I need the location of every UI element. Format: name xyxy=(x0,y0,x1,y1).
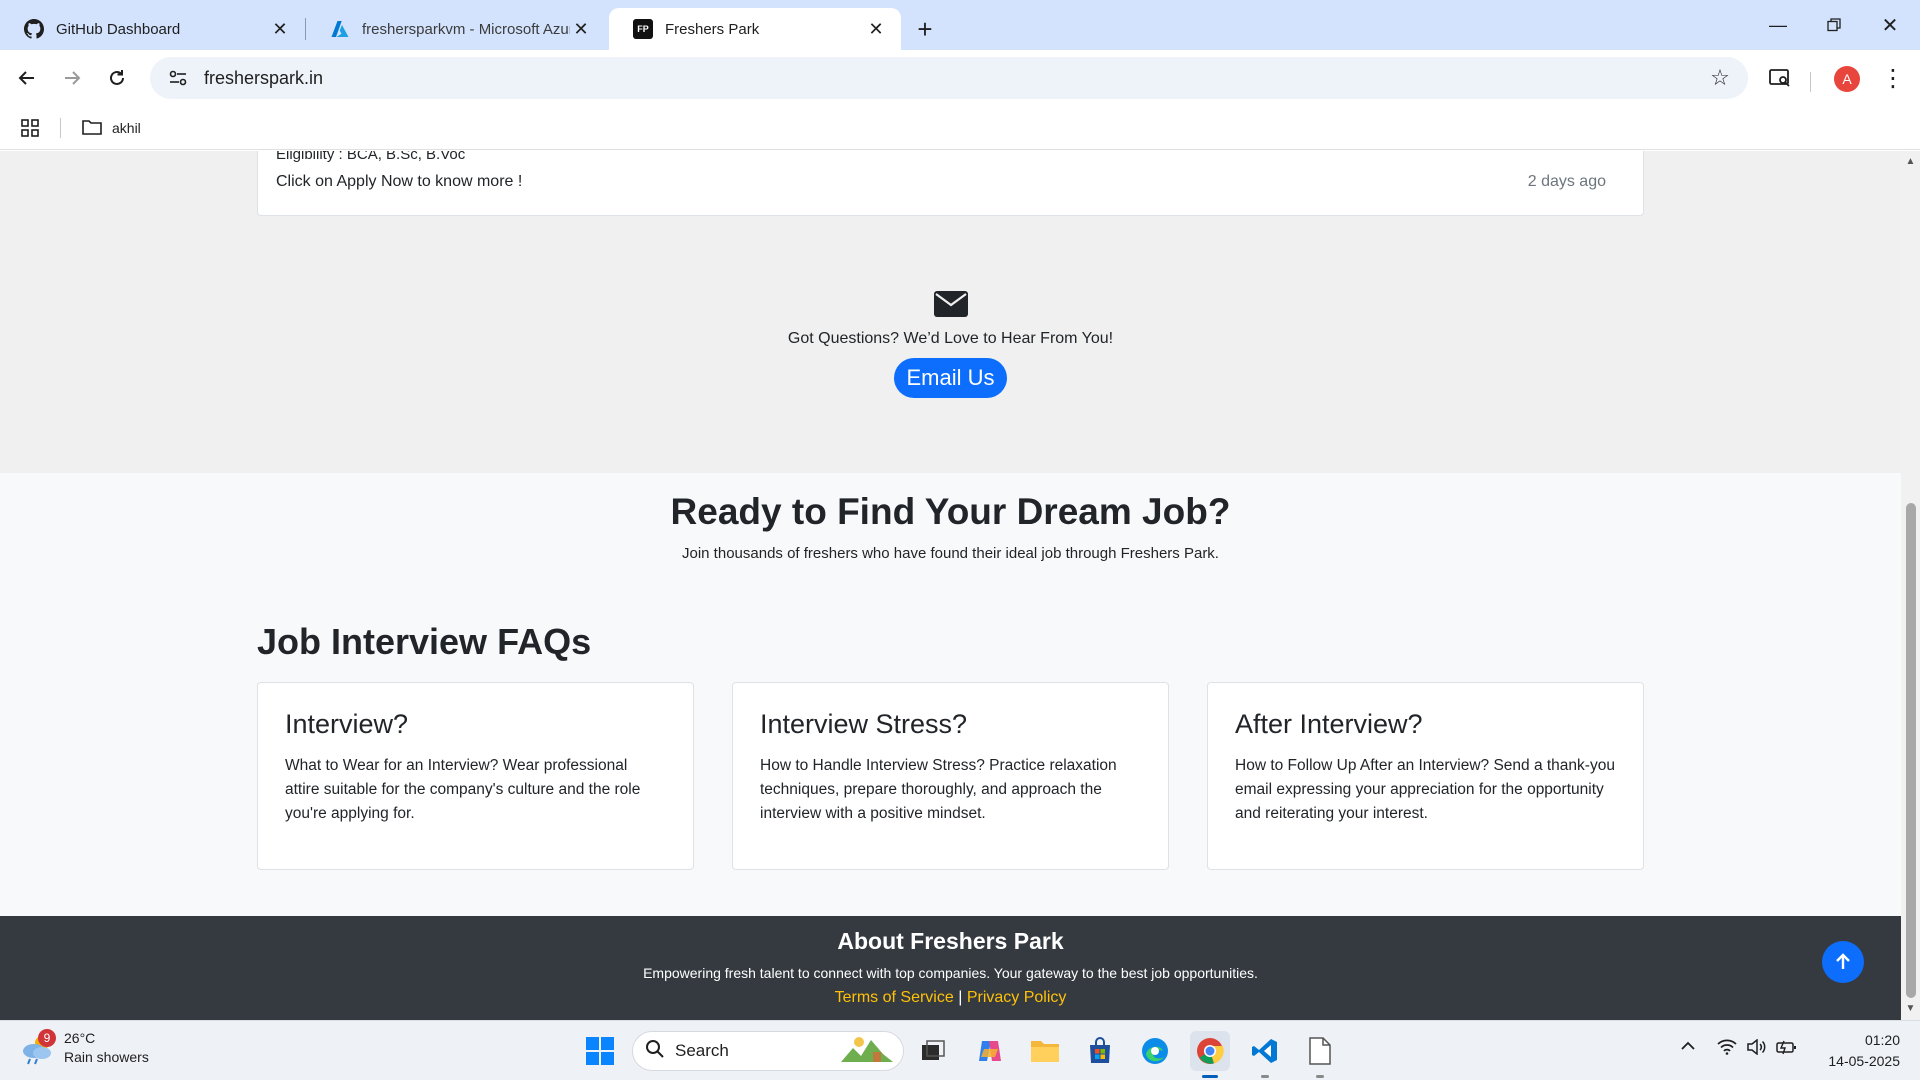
new-tab-button[interactable]: + xyxy=(908,12,942,46)
footer-links: Terms of Service | Privacy Policy xyxy=(0,989,1901,1007)
faq-title: Job Interview FAQs xyxy=(257,621,592,662)
edge-browser-icon[interactable] xyxy=(1135,1031,1175,1071)
page-viewport: Eligibility : BCA, B.Sc, B.Voc Click on … xyxy=(0,151,1901,1020)
search-highlight-illustration-icon xyxy=(839,1034,895,1069)
clock-time: 01:20 xyxy=(1864,1032,1900,1048)
battery-icon[interactable] xyxy=(1776,1039,1798,1060)
lens-search-icon[interactable] xyxy=(1763,61,1797,95)
faq-card-title: Interview? xyxy=(285,709,409,739)
windows-taskbar: 9 26°C Rain showers Search 01:20 14-05-2… xyxy=(0,1020,1920,1080)
contact-question: Got Questions? We’d Love to Hear From Yo… xyxy=(787,330,1114,347)
forward-button[interactable] xyxy=(55,61,89,95)
jobs-section: Eligibility : BCA, B.Sc, B.Voc Click on … xyxy=(0,151,1901,473)
job-posted-time: 2 days ago xyxy=(1527,173,1606,190)
profile-avatar[interactable]: A xyxy=(1834,66,1860,92)
faq-card-title: After Interview? xyxy=(1235,709,1423,739)
footer-title: About Freshers Park xyxy=(837,928,1064,954)
weather-temp: 26°C xyxy=(64,1030,96,1046)
cta-section: Ready to Find Your Dream Job? Join thous… xyxy=(0,491,1901,562)
task-view-icon[interactable] xyxy=(914,1031,954,1071)
page-scrollbar[interactable]: ▲ ▼ xyxy=(1901,151,1920,1020)
email-us-button[interactable]: Email Us xyxy=(894,358,1007,398)
faq-card-text: How to Follow Up After an Interview? Sen… xyxy=(1235,757,1615,822)
search-label: Search xyxy=(675,1041,729,1060)
tab-strip: GitHub Dashboard ✕ freshersparkvm - Micr… xyxy=(0,0,1920,50)
bookmark-label: akhil xyxy=(112,120,141,136)
scroll-to-top-button[interactable] xyxy=(1822,941,1864,983)
minimize-button[interactable]: — xyxy=(1750,0,1806,50)
blank-file-icon[interactable] xyxy=(1300,1031,1340,1071)
job-cta-text: Click on Apply Now to know more ! xyxy=(276,173,523,190)
microsoft-store-icon[interactable] xyxy=(1080,1031,1120,1071)
clock-date: 14-05-2025 xyxy=(1828,1053,1900,1069)
bookmarks-bar: akhil xyxy=(0,106,1920,150)
rain-cloud-icon: 9 xyxy=(20,1029,56,1065)
faq-card-text: What to Wear for an Interview? Wear prof… xyxy=(285,757,641,822)
back-button[interactable] xyxy=(10,61,44,95)
url-text[interactable]: fresherspark.in xyxy=(204,68,1700,89)
address-bar[interactable]: fresherspark.in ☆ xyxy=(150,57,1748,99)
faq-card-title: Interview Stress? xyxy=(760,709,968,739)
tab-title: GitHub Dashboard xyxy=(56,20,181,38)
faq-card-after-interview: After Interview? How to Follow Up After … xyxy=(1207,682,1644,870)
footer-link-separator: | xyxy=(958,989,963,1006)
chrome-active-indicator xyxy=(1202,1075,1218,1078)
apps-grid-icon[interactable] xyxy=(20,114,40,142)
show-hidden-icons-chevron-icon[interactable] xyxy=(1680,1039,1696,1057)
reload-button[interactable] xyxy=(100,61,134,95)
footer-tagline: Empowering fresh talent to connect with … xyxy=(643,965,1258,981)
contact-section: Got Questions? We’d Love to Hear From Yo… xyxy=(0,291,1901,398)
github-icon xyxy=(24,19,44,39)
tab-azure[interactable]: freshersparkvm - Microsoft Azure ✕ xyxy=(306,8,606,50)
bookmark-separator xyxy=(60,118,61,138)
cta-subtitle: Join thousands of freshers who have foun… xyxy=(682,545,1219,562)
cta-title: Ready to Find Your Dream Job? xyxy=(670,491,1231,532)
chrome-browser-icon[interactable] xyxy=(1190,1031,1230,1071)
terms-of-service-link[interactable]: Terms of Service xyxy=(835,989,954,1006)
faq-card-interview-stress: Interview Stress? How to Handle Intervie… xyxy=(732,682,1169,870)
copilot-icon[interactable] xyxy=(970,1031,1010,1071)
file-open-indicator xyxy=(1316,1075,1324,1078)
faq-card-interview: Interview? What to Wear for an Interview… xyxy=(257,682,694,870)
scrollbar-thumb[interactable] xyxy=(1906,503,1916,998)
close-window-button[interactable]: ✕ xyxy=(1862,0,1918,50)
weather-badge: 9 xyxy=(38,1029,56,1047)
file-explorer-icon[interactable] xyxy=(1025,1031,1065,1071)
start-windows-icon[interactable] xyxy=(580,1031,620,1071)
wifi-icon[interactable] xyxy=(1717,1039,1737,1060)
job-card: Eligibility : BCA, B.Sc, B.Voc Click on … xyxy=(257,151,1644,216)
close-icon[interactable]: ✕ xyxy=(865,18,887,40)
taskbar-search[interactable]: Search xyxy=(632,1031,904,1071)
browser-toolbar: fresherspark.in ☆ A ⋮ xyxy=(0,50,1920,106)
azure-icon xyxy=(330,19,350,39)
search-icon xyxy=(645,1039,665,1064)
menu-kebab-icon[interactable]: ⋮ xyxy=(1876,61,1910,95)
scroll-up-arrow[interactable]: ▲ xyxy=(1904,157,1917,167)
system-clock[interactable]: 01:20 14-05-2025 xyxy=(1800,1030,1900,1072)
folder-icon xyxy=(82,119,102,138)
faq-card-text: How to Handle Interview Stress? Practice… xyxy=(760,757,1117,822)
volume-icon[interactable] xyxy=(1747,1038,1767,1060)
restore-button[interactable] xyxy=(1806,0,1862,50)
vscode-icon[interactable] xyxy=(1245,1031,1285,1071)
tab-title: Freshers Park xyxy=(665,20,760,38)
tab-github-dashboard[interactable]: GitHub Dashboard ✕ xyxy=(0,8,305,50)
toolbar-separator xyxy=(1810,72,1811,92)
close-icon[interactable]: ✕ xyxy=(570,18,592,40)
freshers-park-favicon: FP xyxy=(633,19,653,39)
bookmark-star-icon[interactable]: ☆ xyxy=(1700,58,1740,98)
close-icon[interactable]: ✕ xyxy=(269,18,291,40)
privacy-policy-link[interactable]: Privacy Policy xyxy=(967,989,1067,1006)
tab-freshers-park[interactable]: FP Freshers Park ✕ xyxy=(609,8,901,50)
site-info-icon[interactable] xyxy=(158,57,198,99)
weather-condition: Rain showers xyxy=(64,1049,149,1065)
job-eligibility: Eligibility : BCA, B.Sc, B.Voc xyxy=(276,151,466,163)
weather-widget[interactable]: 9 26°C Rain showers xyxy=(20,1029,149,1067)
scroll-down-arrow[interactable]: ▼ xyxy=(1904,1004,1917,1014)
vscode-open-indicator xyxy=(1261,1075,1269,1078)
site-footer: About Freshers Park Empowering fresh tal… xyxy=(0,916,1901,1020)
bookmark-folder-akhil[interactable]: akhil xyxy=(82,114,141,142)
envelope-icon xyxy=(933,291,968,317)
tab-title: freshersparkvm - Microsoft Azure xyxy=(362,20,570,38)
